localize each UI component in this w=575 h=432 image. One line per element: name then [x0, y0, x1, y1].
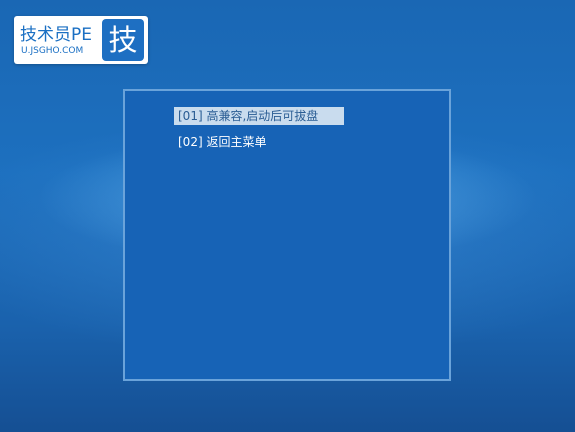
- desktop-background: { "logo": { "name": "技术员PE", "url": "U.J…: [0, 0, 575, 432]
- menu-item-compatible-mode[interactable]: [01] 高兼容,启动后可拔盘: [174, 107, 344, 125]
- brand-logo: 技术员PE U.JSGHO.COM 技: [14, 16, 148, 64]
- boot-menu-panel: [01] 高兼容,启动后可拔盘 [02] 返回主菜单: [123, 89, 451, 381]
- logo-badge-icon: 技: [102, 19, 144, 61]
- menu-item-return-main-menu[interactable]: [02] 返回主菜单: [174, 133, 270, 151]
- logo-name: 技术员PE: [20, 25, 92, 45]
- logo-url: U.JSGHO.COM: [21, 46, 84, 56]
